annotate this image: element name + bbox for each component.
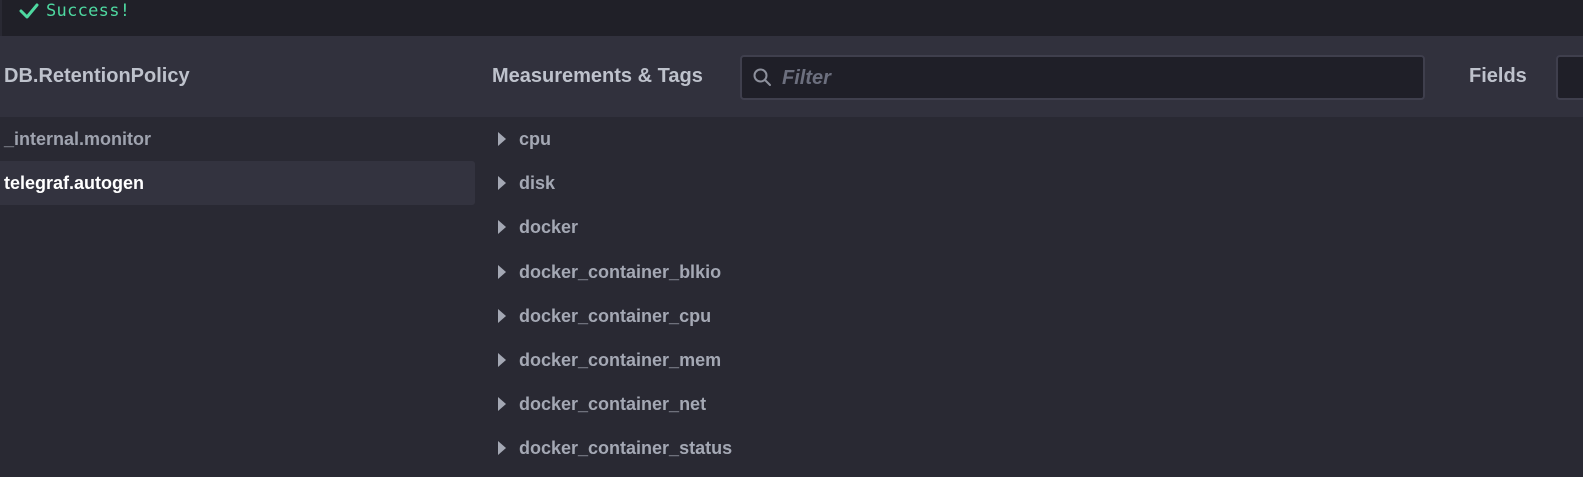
caret-right-icon[interactable] <box>498 176 506 191</box>
db-retention-policy-title: DB.RetentionPolicy <box>4 65 190 87</box>
caret-right-icon[interactable] <box>498 264 506 279</box>
status-message: Success! <box>46 1 131 21</box>
caret-right-icon[interactable] <box>498 308 506 323</box>
database-item[interactable]: _internal.monitor <box>0 117 475 161</box>
data-explorer-schema: Success! DB.RetentionPolicy Measurements… <box>0 0 1583 477</box>
status-bar: Success! <box>2 0 1583 36</box>
filter-input[interactable] <box>780 57 1414 100</box>
check-icon <box>19 3 39 19</box>
database-item[interactable]: telegraf.autogen <box>0 161 475 205</box>
caret-right-icon[interactable] <box>498 132 506 146</box>
search-icon <box>753 68 771 86</box>
measurement-label: cpu <box>519 129 552 149</box>
measurement-label: docker_container_mem <box>519 350 722 370</box>
fields-title: Fields <box>1469 65 1527 87</box>
measurement-label: docker_container_status <box>519 438 733 459</box>
caret-right-icon[interactable] <box>498 220 506 235</box>
caret-right-icon[interactable] <box>498 397 506 412</box>
fields-filter-field[interactable] <box>1556 55 1583 100</box>
measurements-tags-title: Measurements & Tags <box>492 65 703 87</box>
measurement-label: docker_container_net <box>519 394 707 415</box>
caret-right-icon[interactable] <box>498 353 506 367</box>
caret-right-icon[interactable] <box>498 441 506 456</box>
filter-field[interactable] <box>740 55 1425 100</box>
measurement-label: docker_container_cpu <box>519 305 712 326</box>
measurement-label: disk <box>519 173 556 194</box>
measurement-label: docker_container_blkio <box>519 261 722 282</box>
measurement-label: docker <box>519 217 579 238</box>
